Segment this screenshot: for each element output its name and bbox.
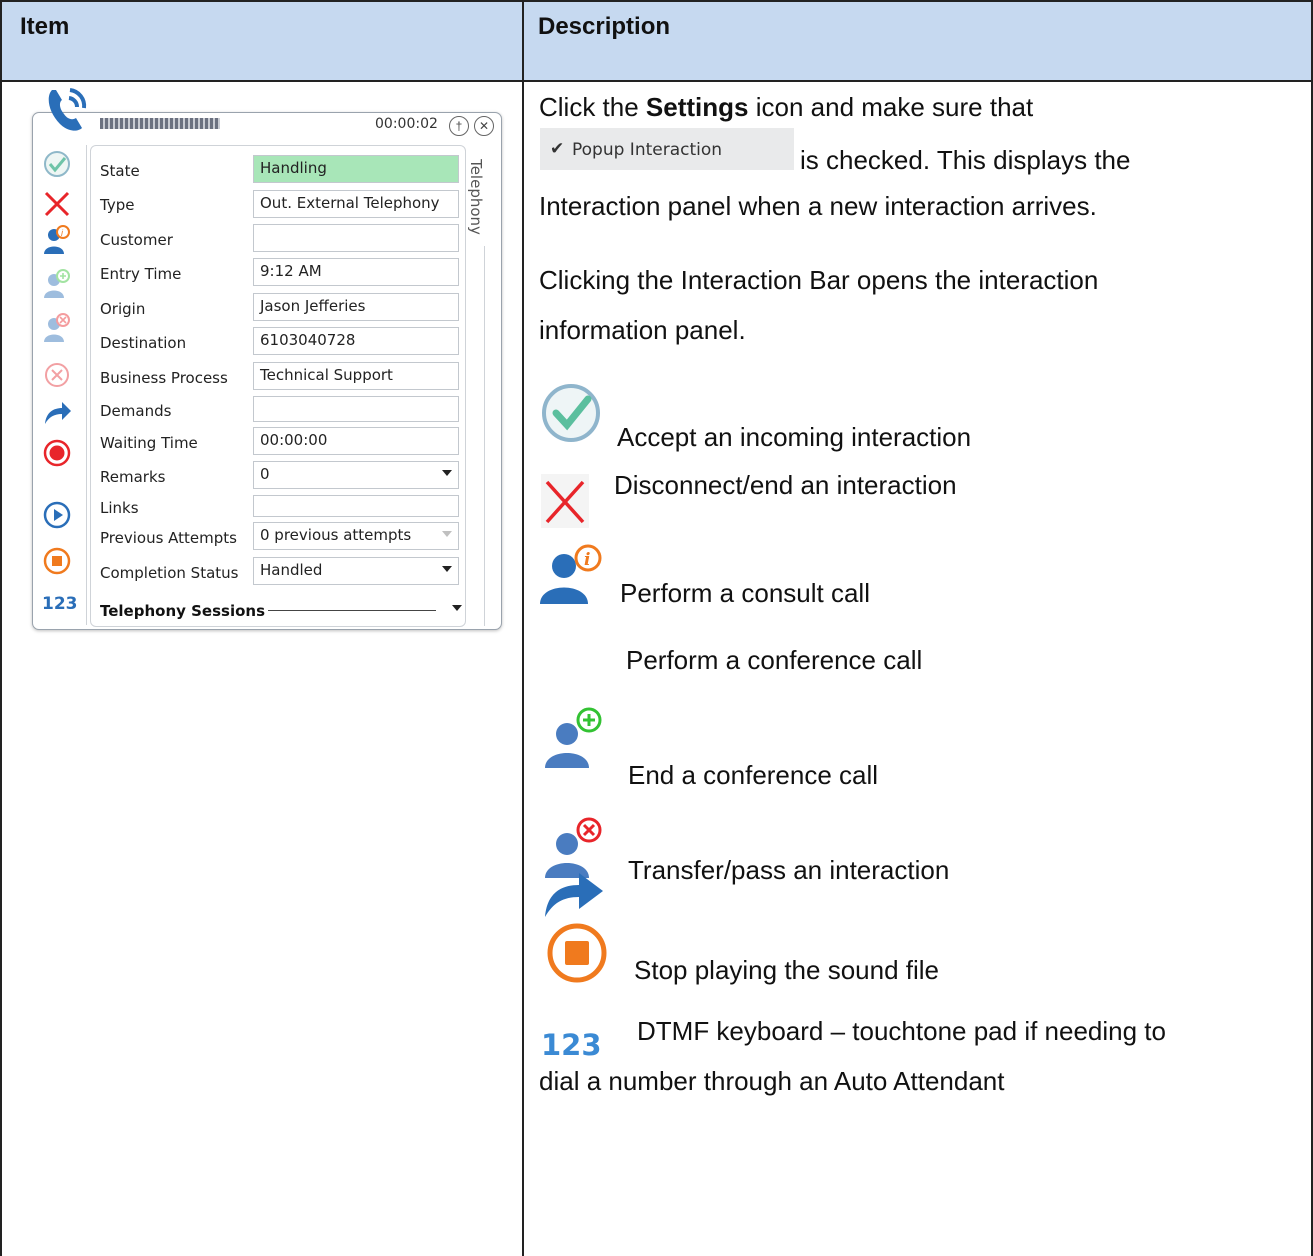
pin-icon[interactable]: † — [449, 116, 469, 136]
text-line: Accept an incoming interaction — [617, 422, 972, 452]
table-header-divider — [0, 80, 1313, 82]
caller-id-blurred — [100, 118, 220, 129]
completion-status-select[interactable]: Handled — [253, 557, 459, 585]
consult-icon[interactable]: i — [42, 224, 72, 254]
field-label: Destination — [100, 334, 187, 352]
field-label: Origin — [100, 300, 146, 318]
popup-interaction-label: Popup Interaction — [572, 140, 723, 160]
business-process-field[interactable]: Technical Support — [253, 362, 459, 390]
stop-icon[interactable] — [42, 546, 72, 576]
business-process-value: Technical Support — [260, 366, 393, 384]
table-column-divider — [522, 0, 524, 1256]
field-label: State — [100, 162, 140, 180]
origin-value: Jason Jefferies — [260, 297, 366, 315]
waiting-time-value: 00:00:00 — [260, 431, 328, 449]
table-border-top — [0, 0, 1313, 2]
type-value: Out. External Telephony — [260, 194, 440, 212]
chevron-down-icon — [442, 531, 452, 537]
keypad-icon[interactable]: 123 — [42, 594, 78, 614]
remarks-value: 0 — [260, 465, 270, 483]
state-field: Handling — [253, 155, 459, 183]
field-label: Demands — [100, 402, 172, 420]
origin-field[interactable]: Jason Jefferies — [253, 293, 459, 321]
text-line: information panel. — [539, 315, 746, 345]
checkmark-icon: ✔ — [550, 139, 565, 158]
text-line: dial a number through an Auto Attendant — [539, 1066, 1005, 1096]
customer-field[interactable] — [253, 224, 459, 252]
text-run: icon and make sure that — [748, 92, 1034, 122]
header-description-cell: Description — [524, 0, 1313, 80]
header-item: Item — [20, 13, 70, 40]
close-icon[interactable]: ✕ — [474, 116, 494, 136]
field-label: Entry Time — [100, 265, 182, 283]
type-field[interactable]: Out. External Telephony — [253, 190, 459, 218]
entry-time-value: 9:12 AM — [260, 262, 322, 280]
field-label: Business Process — [100, 369, 228, 387]
field-label: Customer — [100, 231, 173, 249]
chevron-down-icon — [442, 566, 452, 572]
previous-attempts-value: 0 previous attempts — [260, 526, 412, 544]
completion-status-value: Handled — [260, 561, 323, 579]
text-line: Clicking the Interaction Bar opens the i… — [539, 265, 1099, 295]
header-description: Description — [538, 13, 671, 40]
side-tab-divider — [484, 246, 485, 626]
consult-icon: i — [540, 544, 606, 604]
disconnect-icon — [541, 474, 589, 528]
field-label: Remarks — [100, 468, 166, 486]
text-run: Click the — [539, 92, 646, 122]
destination-value: 6103040728 — [260, 331, 356, 349]
chevron-down-icon[interactable] — [452, 605, 462, 611]
play-icon[interactable] — [42, 500, 72, 530]
accept-icon[interactable] — [42, 149, 72, 179]
text-line: Interaction panel when a new interaction… — [539, 191, 1097, 221]
previous-attempts-select[interactable]: 0 previous attempts — [253, 522, 459, 550]
state-value: Handling — [260, 159, 327, 177]
end-conference-icon[interactable] — [42, 312, 72, 342]
entry-time-field[interactable]: 9:12 AM — [253, 258, 459, 286]
text-line: DTMF keyboard – touchtone pad if needing… — [637, 1016, 1166, 1046]
field-label: Completion Status — [100, 564, 239, 582]
sessions-divider — [268, 610, 436, 611]
remarks-select[interactable]: 0 — [253, 461, 459, 489]
settings-instruction: Click the Settings icon and make sure th… — [539, 92, 1033, 123]
text-line: End a conference call — [628, 760, 879, 790]
field-label: Previous Attempts — [100, 529, 237, 547]
telephony-sessions-header[interactable]: Telephony Sessions — [100, 602, 265, 620]
waiting-time-field[interactable]: 00:00:00 — [253, 427, 459, 455]
links-field[interactable] — [253, 495, 459, 517]
table-border-left — [0, 0, 2, 1256]
conference-icon — [545, 706, 605, 768]
conference-icon[interactable] — [42, 268, 72, 298]
keypad-icon: 123 — [541, 1028, 602, 1062]
destination-field[interactable]: 6103040728 — [253, 327, 459, 355]
field-label: Waiting Time — [100, 434, 198, 452]
accept-icon — [540, 382, 602, 444]
field-label: Links — [100, 499, 139, 517]
field-label: Type — [100, 196, 135, 214]
popup-interaction-chip: ✔ Popup Interaction — [540, 128, 794, 170]
svg-text:i: i — [584, 550, 590, 570]
stop-icon — [546, 922, 608, 984]
text-line: Stop playing the sound file — [634, 955, 939, 985]
call-timer: 00:00:02 — [375, 116, 438, 132]
settings-bold: Settings — [645, 92, 749, 122]
chevron-down-icon — [442, 470, 452, 476]
header-item-cell: Item — [0, 0, 522, 80]
phone-icon — [42, 82, 94, 134]
record-icon[interactable] — [42, 438, 72, 468]
transfer-icon[interactable] — [42, 396, 72, 426]
disconnect-icon[interactable] — [42, 189, 72, 219]
demands-field[interactable] — [253, 396, 459, 422]
telephony-side-tab[interactable]: Telephony — [467, 150, 494, 248]
text-line: Perform a conference call — [626, 645, 923, 675]
text-line: Perform a consult call — [620, 578, 870, 608]
cancel-icon[interactable] — [42, 360, 72, 390]
transfer-icon — [543, 867, 605, 917]
text-line: Transfer/pass an interaction — [628, 855, 950, 885]
text-line: is checked. This displays the — [800, 145, 1131, 175]
text-line: Disconnect/end an interaction — [614, 470, 957, 500]
side-tab-label: Telephony — [466, 159, 485, 235]
